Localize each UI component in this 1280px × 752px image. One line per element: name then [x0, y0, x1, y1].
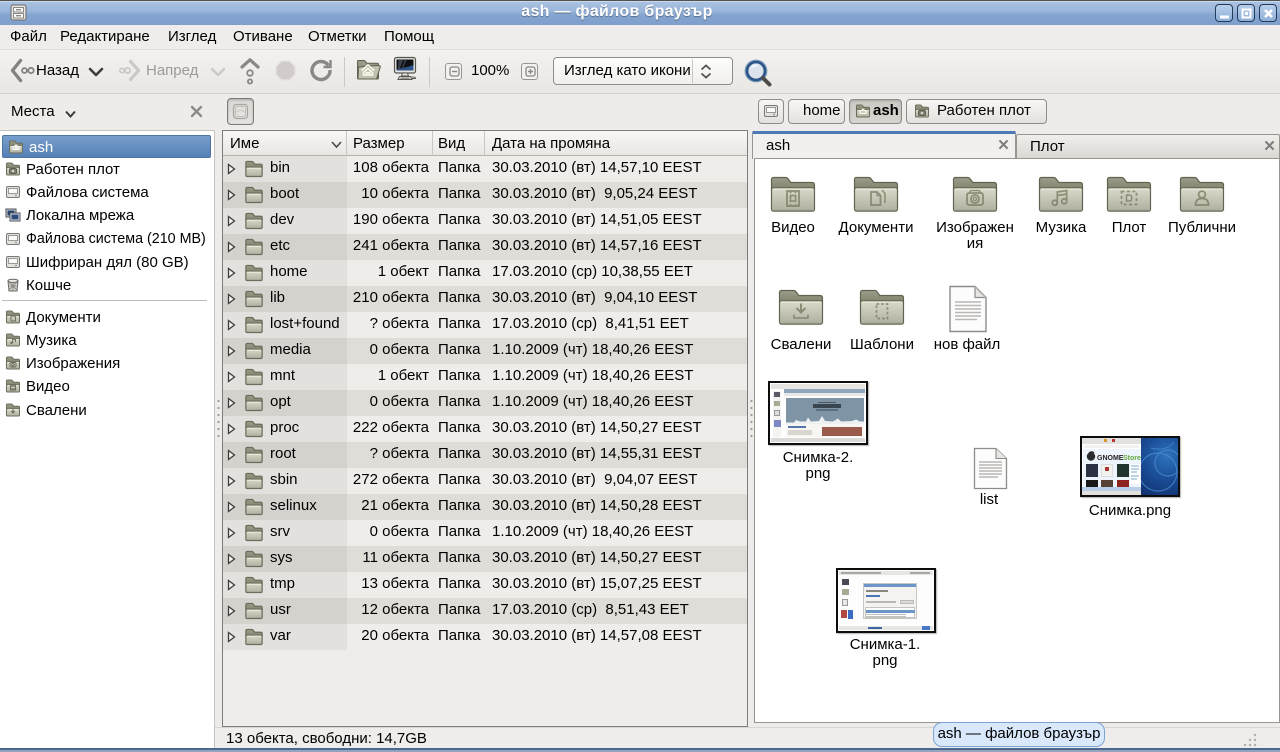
svg-text:GNOME: GNOME [1097, 455, 1124, 462]
svg-text:Store: Store [1123, 455, 1141, 462]
